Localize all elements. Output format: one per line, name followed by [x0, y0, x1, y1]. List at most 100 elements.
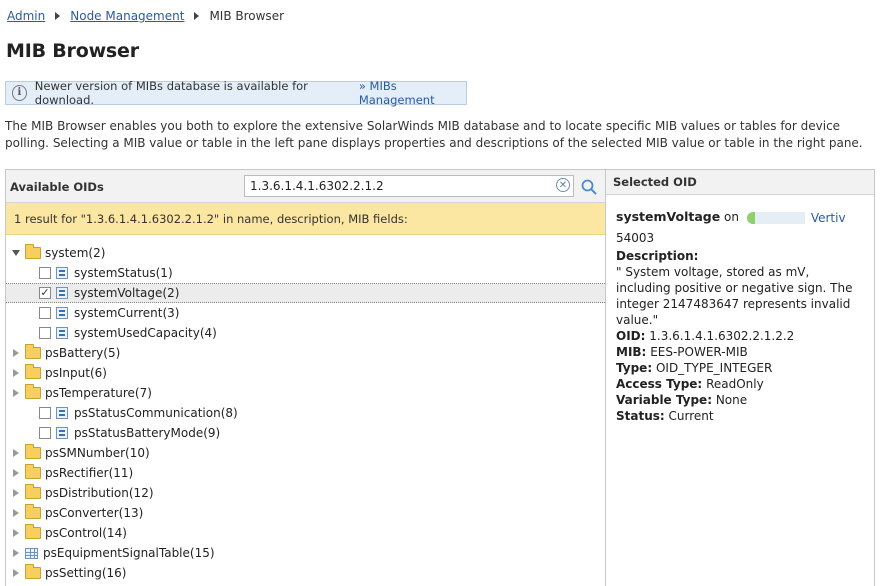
- tree-row-label: psSMNumber(10): [45, 446, 150, 460]
- collapsed-arrow-icon[interactable]: [11, 468, 21, 478]
- folder-icon: [25, 364, 41, 379]
- tree-row[interactable]: psControl(14): [6, 523, 605, 543]
- tree-row[interactable]: ✓ systemVoltage(2): [6, 283, 605, 303]
- oid-search-input[interactable]: [250, 177, 540, 195]
- tree-row[interactable]: psDistribution(12): [6, 483, 605, 503]
- tree-row[interactable]: systemCurrent(3): [6, 303, 605, 323]
- node-link[interactable]: Vertiv: [743, 210, 846, 226]
- tree-row[interactable]: psInput(6): [6, 363, 605, 383]
- breadcrumb-node-management-link[interactable]: Node Management: [70, 9, 184, 23]
- expanded-arrow-icon[interactable]: [11, 248, 21, 258]
- collapsed-arrow-icon[interactable]: [11, 368, 21, 378]
- oid-checkbox[interactable]: [39, 407, 51, 419]
- info-icon: i: [12, 85, 27, 101]
- tree-row[interactable]: psStatusCommunication(8): [6, 403, 605, 423]
- collapsed-arrow-icon[interactable]: [11, 448, 21, 458]
- variable-type-value: None: [715, 392, 748, 407]
- node-status-icon: [746, 211, 755, 224]
- search-icon[interactable]: [580, 178, 598, 196]
- breadcrumb-admin-link[interactable]: Admin: [7, 9, 45, 23]
- oid-value-icon: [56, 327, 68, 339]
- breadcrumb-current: MIB Browser: [209, 9, 285, 23]
- oid-checkbox[interactable]: [39, 427, 51, 439]
- oid-value-icon: [56, 307, 68, 319]
- tree-row-label: psConverter(13): [45, 506, 144, 520]
- node-id: 54003: [616, 230, 655, 245]
- tree-row[interactable]: system(2): [6, 243, 605, 263]
- node-vendor[interactable]: Vertiv: [811, 210, 846, 226]
- folder-icon: [25, 244, 41, 259]
- collapsed-arrow-icon[interactable]: [11, 388, 21, 398]
- tree-row-label: psSetting(16): [45, 566, 127, 580]
- collapsed-arrow-icon[interactable]: [11, 348, 21, 358]
- intro-text: The MIB Browser enables you both to expl…: [5, 119, 863, 150]
- collapsed-arrow-icon[interactable]: [11, 548, 21, 558]
- tree-row-label: system(2): [45, 246, 106, 260]
- oid-details: systemVoltage on Vertiv 54003 Descriptio…: [606, 195, 874, 424]
- on-text: on: [724, 210, 739, 224]
- oid-name: systemVoltage: [616, 209, 721, 224]
- tree-row[interactable]: psRectifier(11): [6, 463, 605, 483]
- tree-row[interactable]: psBattery(5): [6, 343, 605, 363]
- breadcrumb-separator-icon: [55, 12, 61, 20]
- node-name-redacted: [754, 211, 805, 224]
- tree-row-label: psEquipmentSignalTable(15): [43, 546, 215, 560]
- tree-row[interactable]: systemStatus(1): [6, 263, 605, 283]
- info-message: Newer version of MIBs database is availa…: [34, 79, 308, 107]
- tree-row-label: psStatusCommunication(8): [74, 406, 238, 420]
- tree-row[interactable]: psStatusBatteryMode(9): [6, 423, 605, 443]
- available-oids-panel: Available OIDs ✕ 1 result for "1.3.6.1.4…: [5, 169, 606, 586]
- oid-checkbox[interactable]: ✓: [39, 287, 51, 299]
- collapsed-arrow-icon[interactable]: [11, 508, 21, 518]
- oid-checkbox[interactable]: [39, 307, 51, 319]
- oid-value-icon: [56, 267, 68, 279]
- oid-checkbox[interactable]: [39, 327, 51, 339]
- collapsed-arrow-icon[interactable]: [11, 528, 21, 538]
- page-title: MIB Browser: [6, 40, 139, 62]
- tree-row[interactable]: psConverter(13): [6, 503, 605, 523]
- tree-row[interactable]: psTemperature(7): [6, 383, 605, 403]
- breadcrumb-separator-icon: [194, 12, 200, 20]
- tree-row-label: psRectifier(11): [45, 466, 134, 480]
- tree-row[interactable]: systemUsedCapacity(4): [6, 323, 605, 343]
- oid-value-icon: [56, 287, 68, 299]
- status-label: Status:: [616, 408, 665, 423]
- collapsed-arrow-icon[interactable]: [11, 488, 21, 498]
- variable-type-label: Variable Type:: [616, 392, 712, 407]
- breadcrumb: Admin Node Management MIB Browser: [7, 8, 284, 24]
- description-label: Description:: [616, 248, 699, 263]
- oid-value: 1.3.6.1.4.1.6302.2.1.2.2: [649, 328, 795, 343]
- tree-row[interactable]: psEquipmentSignalTable(15): [6, 543, 605, 563]
- mibs-management-link[interactable]: » MIBs Management: [359, 79, 466, 107]
- tree-row[interactable]: psSetting(16): [6, 563, 605, 583]
- tree-row-label: systemUsedCapacity(4): [74, 326, 217, 340]
- folder-icon: [25, 464, 41, 479]
- tree-row-label: psStatusBatteryMode(9): [74, 426, 221, 440]
- folder-icon: [25, 384, 41, 399]
- oid-checkbox[interactable]: [39, 267, 51, 279]
- tree-row-label: psControl(14): [45, 526, 127, 540]
- tree-row[interactable]: psSMNumber(10): [6, 443, 605, 463]
- tree-row-label: systemStatus(1): [74, 266, 173, 280]
- tree-row-label: systemCurrent(3): [74, 306, 180, 320]
- selected-oid-header: Selected OID: [606, 170, 874, 195]
- status-value: Current: [668, 408, 714, 423]
- mib-label: MIB:: [616, 344, 647, 359]
- tree-row-label: psTemperature(7): [45, 386, 152, 400]
- folder-icon: [25, 564, 41, 579]
- type-label: Type:: [616, 360, 653, 375]
- description-value: " System voltage, stored as mV, includin…: [616, 264, 853, 327]
- tree-row-label: psBattery(5): [45, 346, 121, 360]
- search-result-bar: 1 result for "1.3.6.1.4.1.6302.2.1.2" in…: [6, 203, 605, 235]
- oid-value-icon: [56, 407, 68, 419]
- collapsed-arrow-icon[interactable]: [11, 568, 21, 578]
- table-icon: [25, 547, 38, 559]
- selected-oid-panel: Selected OID systemVoltage on Vertiv 540…: [606, 169, 875, 586]
- available-oids-header: Available OIDs ✕: [6, 170, 605, 203]
- folder-icon: [25, 444, 41, 459]
- mib-value: EES-POWER-MIB: [650, 344, 748, 359]
- clear-search-icon[interactable]: ✕: [556, 178, 570, 192]
- available-oids-title: Available OIDs: [10, 180, 104, 194]
- tree-row-label: psInput(6): [45, 366, 107, 380]
- oid-search-box: ✕: [244, 175, 574, 197]
